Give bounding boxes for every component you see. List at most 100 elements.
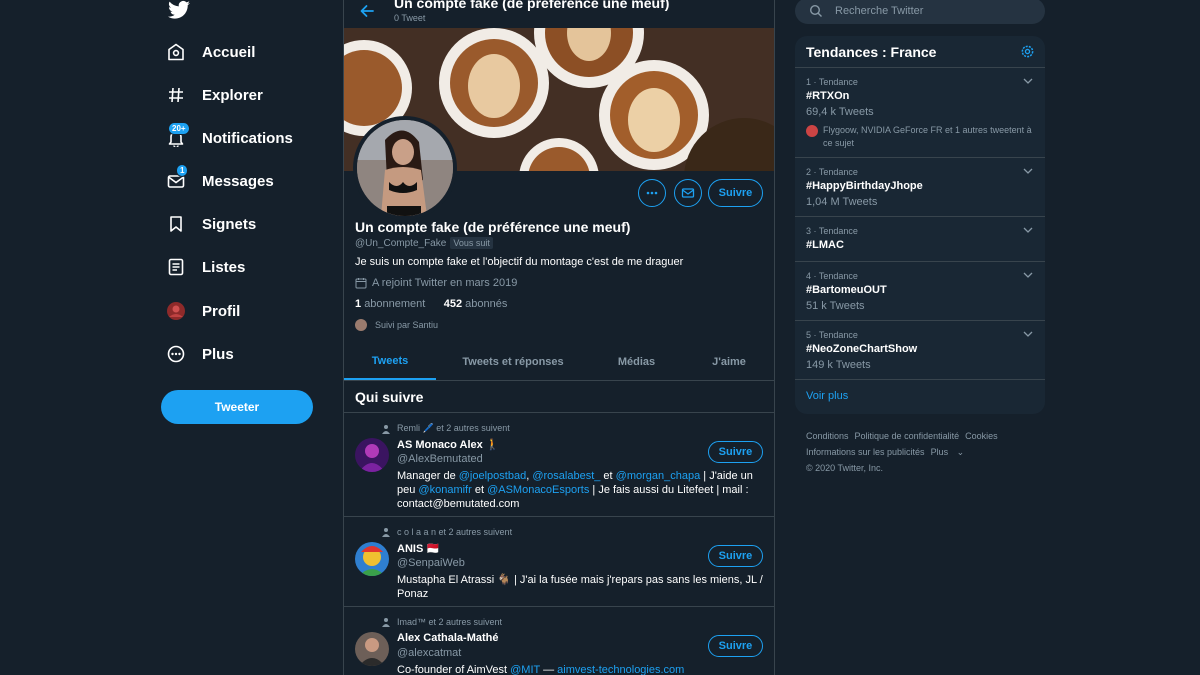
- mention-link[interactable]: @ASMonacoEsports: [487, 484, 589, 496]
- nav-label: Profil: [202, 302, 241, 320]
- list-item[interactable]: c o l a a n et 2 autres suivent ANIS 🇲🇨 …: [344, 516, 774, 607]
- mention-link[interactable]: aimvest-technologies.com: [557, 664, 684, 675]
- list-item[interactable]: Imad™ et 2 autres suivent Alex Cathala-M…: [344, 606, 774, 675]
- header-title: Un compte fake (de préférence une meuf): [394, 0, 670, 11]
- back-arrow-icon[interactable]: [359, 3, 375, 19]
- chevron-down-icon[interactable]: [1023, 76, 1033, 86]
- footer-link[interactable]: Informations sur les publicités: [806, 447, 925, 457]
- chevron-down-icon[interactable]: [1023, 225, 1033, 235]
- profile-avatar[interactable]: [353, 116, 457, 220]
- footer-link[interactable]: Cookies: [965, 431, 998, 441]
- footer-links: Conditions Politique de confidentialité Co…: [806, 428, 1046, 476]
- calendar-icon: [355, 278, 367, 289]
- trend-count: 69,4 k Tweets: [806, 106, 874, 118]
- mention-link[interactable]: @morgan_chapa: [616, 470, 701, 482]
- right-sidebar: Tendances : France 1 · Tendance #RTXOn 6…: [795, 0, 1047, 675]
- profile-joined: A rejoint Twitter en mars 2019: [355, 277, 517, 289]
- search-box[interactable]: [795, 0, 1045, 24]
- nav-item-messages[interactable]: 1 Messages: [166, 164, 274, 196]
- avatar[interactable]: [355, 542, 389, 576]
- tab-media[interactable]: Médias: [599, 343, 674, 380]
- list-item[interactable]: Remli 🖊️ et 2 autres suivent AS Monaco A…: [344, 412, 774, 517]
- nav-item-profile[interactable]: Profil: [166, 296, 240, 326]
- more-options-button[interactable]: [638, 179, 666, 207]
- mention-link[interactable]: @konamifr: [418, 484, 471, 496]
- trends-title: Tendances : France: [806, 44, 937, 60]
- tab-likes[interactable]: J'aime: [694, 343, 764, 380]
- suggested-name[interactable]: ANIS 🇲🇨: [397, 542, 440, 555]
- person-icon: [382, 618, 390, 627]
- nav-label: Plus: [202, 345, 234, 363]
- profile-handle-row: @Un_Compte_Fake Vous suit: [355, 237, 493, 249]
- nav-label: Messages: [202, 172, 274, 190]
- person-icon: [382, 528, 390, 537]
- tab-tweets-replies[interactable]: Tweets et réponses: [454, 343, 572, 380]
- envelope-icon: [681, 188, 695, 198]
- trend-item[interactable]: 2 · Tendance #HappyBirthdayJhope 1,04 M …: [795, 157, 1045, 217]
- nav-item-home[interactable]: Accueil: [166, 37, 255, 67]
- gear-icon[interactable]: [1020, 44, 1035, 59]
- trend-item[interactable]: 5 · Tendance #NeoZoneChartShow 149 k Twe…: [795, 320, 1045, 380]
- avatar: [806, 125, 818, 137]
- bio-text: et: [471, 484, 488, 496]
- envelope-icon: 1: [166, 164, 189, 191]
- notification-count-badge: 20+: [168, 122, 190, 135]
- follow-button[interactable]: Suivre: [708, 545, 763, 567]
- trend-name: #HappyBirthdayJhope: [806, 180, 923, 192]
- suggested-name[interactable]: Alex Cathala-Mathé: [397, 632, 498, 644]
- copyright: © 2020 Twitter, Inc.: [806, 463, 884, 473]
- search-input[interactable]: [833, 4, 1037, 18]
- profile-counts: 1 abonnement 452 abonnés: [355, 298, 507, 310]
- trend-name: #LMAC: [806, 239, 844, 251]
- nav-item-bookmarks[interactable]: Signets: [166, 209, 256, 239]
- social-context: Remli 🖊️ et 2 autres suivent: [381, 423, 510, 434]
- profile-name: Un compte fake (de préférence une meuf): [355, 219, 631, 235]
- chevron-down-icon[interactable]: [1023, 270, 1033, 280]
- mention-link[interactable]: @joelpostbad: [459, 470, 526, 482]
- nav-label: Explorer: [202, 86, 263, 104]
- chevron-down-icon[interactable]: [1023, 166, 1033, 176]
- see-more-link[interactable]: Voir plus: [806, 390, 848, 402]
- mention-link[interactable]: @rosalabest_: [532, 470, 600, 482]
- followed-by[interactable]: Suivi par Santiu: [355, 319, 438, 331]
- follow-button[interactable]: Suivre: [708, 635, 763, 657]
- mention-link[interactable]: @MIT: [510, 664, 540, 675]
- trend-item[interactable]: 1 · Tendance #RTXOn 69,4 k Tweets Flygoo…: [795, 67, 1045, 158]
- trend-meta: 1 · Tendance: [806, 77, 858, 87]
- suggested-handle: @SenpaiWeb: [397, 557, 465, 569]
- trend-item[interactable]: 4 · Tendance #BartomeuOUT 51 k Tweets: [795, 261, 1045, 321]
- tweet-button[interactable]: Tweeter: [161, 390, 313, 424]
- nav-item-notifications[interactable]: 20+ Notifications: [166, 122, 293, 153]
- tab-tweets[interactable]: Tweets: [344, 343, 436, 380]
- trend-count: 51 k Tweets: [806, 300, 865, 312]
- avatar[interactable]: [355, 632, 389, 666]
- more-horizontal-icon: [646, 191, 658, 195]
- trends-panel: Tendances : France 1 · Tendance #RTXOn 6…: [795, 36, 1045, 414]
- follow-button[interactable]: Suivre: [708, 179, 763, 207]
- social-context: Imad™ et 2 autres suivent: [381, 617, 502, 627]
- nav-item-more[interactable]: Plus: [166, 339, 234, 369]
- twitter-logo-icon[interactable]: [168, 0, 190, 20]
- bio-text: Manager de: [397, 470, 459, 482]
- follow-button[interactable]: Suivre: [708, 441, 763, 463]
- message-button[interactable]: [674, 179, 702, 207]
- nav-item-lists[interactable]: Listes: [166, 252, 245, 282]
- bio-text: —: [540, 664, 558, 675]
- bio-text: Mustapha El Atrassi 🐐 | J'ai la fusée ma…: [397, 574, 763, 600]
- profile-handle: @Un_Compte_Fake: [355, 237, 447, 249]
- followed-by-text: Suivi par Santiu: [375, 320, 439, 330]
- avatar[interactable]: [355, 438, 389, 472]
- footer-link[interactable]: Conditions: [806, 431, 849, 441]
- footer-more[interactable]: Plus ⌄: [931, 447, 965, 457]
- chevron-down-icon[interactable]: [1023, 329, 1033, 339]
- followers-link[interactable]: 452 abonnés: [444, 298, 508, 310]
- footer-link[interactable]: Politique de confidentialité: [855, 431, 960, 441]
- trend-item[interactable]: 3 · Tendance #LMAC: [795, 216, 1045, 262]
- bio-text: Co-founder of AimVest: [397, 664, 511, 675]
- bookmark-icon: [166, 214, 186, 234]
- hashtag-icon: [166, 85, 186, 105]
- search-icon: [809, 4, 822, 17]
- nav-item-explore[interactable]: Explorer: [166, 80, 263, 110]
- following-link[interactable]: 1 abonnement: [355, 298, 425, 310]
- suggested-name[interactable]: AS Monaco Alex 🚶: [397, 438, 500, 451]
